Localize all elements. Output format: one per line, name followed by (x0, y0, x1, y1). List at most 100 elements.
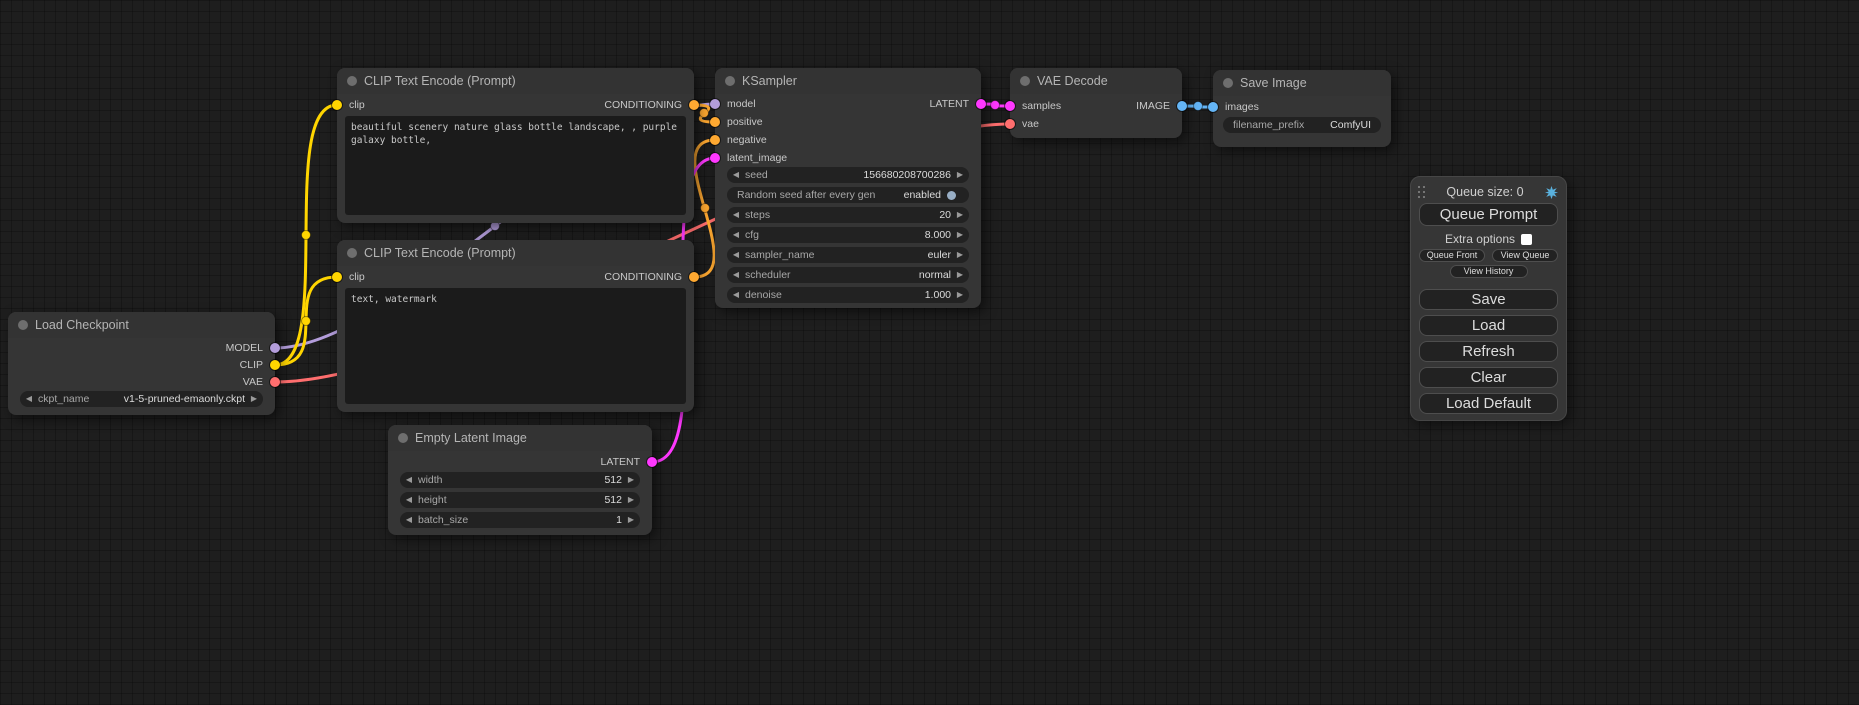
decrement-arrow-icon[interactable]: ◀ (727, 247, 745, 263)
increment-arrow-icon[interactable]: ▶ (951, 247, 969, 263)
clip-input-port[interactable] (332, 272, 342, 282)
widget-name: steps (745, 209, 770, 221)
denoise-widget[interactable]: ◀ denoise 1.000 ▶ (727, 287, 969, 303)
node-load-checkpoint[interactable]: Load Checkpoint MODEL CLIP VAE ◀ ckpt_na… (8, 312, 275, 415)
decrement-arrow-icon[interactable]: ◀ (20, 391, 38, 407)
decrement-arrow-icon[interactable]: ◀ (400, 512, 418, 528)
extra-options-checkbox[interactable] (1521, 234, 1532, 245)
output-label: MODEL (226, 341, 263, 355)
widget-name: cfg (745, 229, 759, 241)
node-title-bar[interactable]: KSampler (715, 68, 981, 94)
batch-size-widget[interactable]: ◀ batch_size 1 ▶ (400, 512, 640, 528)
widget-name: sampler_name (745, 249, 814, 261)
increment-arrow-icon[interactable]: ▶ (622, 492, 640, 508)
vae-input-port[interactable] (1005, 119, 1015, 129)
load-button[interactable]: Load (1419, 315, 1558, 336)
node-clip-text-encode-positive[interactable]: CLIP Text Encode (Prompt) clip CONDITION… (337, 68, 694, 223)
node-title-bar[interactable]: Save Image (1213, 70, 1391, 96)
cfg-widget[interactable]: ◀ cfg 8.000 ▶ (727, 227, 969, 243)
save-button[interactable]: Save (1419, 289, 1558, 310)
latent-output-port[interactable] (976, 99, 986, 109)
output-label: VAE (243, 375, 263, 389)
widget-value: enabled (904, 189, 941, 201)
increment-arrow-icon[interactable]: ▶ (245, 391, 263, 407)
queue-size-label: Queue size: 0 (1426, 185, 1544, 199)
sampler-name-widget[interactable]: ◀ sampler_name euler ▶ (727, 247, 969, 263)
model-input-port[interactable] (710, 99, 720, 109)
node-graph-canvas[interactable]: Load Checkpoint MODEL CLIP VAE ◀ ckpt_na… (0, 0, 1859, 705)
clip-output-port[interactable] (270, 360, 280, 370)
comfy-menu-panel[interactable]: Queue size: 0 Queue Prompt Extra options… (1410, 176, 1567, 421)
node-title-bar[interactable]: Load Checkpoint (8, 312, 275, 338)
clip-input-port[interactable] (332, 100, 342, 110)
decrement-arrow-icon[interactable]: ◀ (400, 492, 418, 508)
toggle-indicator-icon[interactable] (947, 191, 956, 200)
image-output-port[interactable] (1177, 101, 1187, 111)
load-default-button[interactable]: Load Default (1419, 393, 1558, 414)
scheduler-widget[interactable]: ◀ scheduler normal ▶ (727, 267, 969, 283)
node-clip-text-encode-negative[interactable]: CLIP Text Encode (Prompt) clip CONDITION… (337, 240, 694, 412)
positive-input-port[interactable] (710, 117, 720, 127)
seed-widget[interactable]: ◀ seed 156680208700286 ▶ (727, 167, 969, 183)
input-label: clip (349, 98, 365, 112)
view-history-button[interactable]: View History (1450, 265, 1528, 278)
widget-name: width (418, 474, 443, 486)
refresh-button[interactable]: Refresh (1419, 341, 1558, 362)
negative-prompt-textarea[interactable]: text, watermark (345, 288, 686, 404)
decrement-arrow-icon[interactable]: ◀ (727, 227, 745, 243)
samples-input-port[interactable] (1005, 101, 1015, 111)
link-midpoint-dot (991, 101, 1000, 110)
node-vae-decode[interactable]: VAE Decode samples IMAGE vae (1010, 68, 1182, 138)
increment-arrow-icon[interactable]: ▶ (951, 287, 969, 303)
latent-image-input-port[interactable] (710, 153, 720, 163)
decrement-arrow-icon[interactable]: ◀ (400, 472, 418, 488)
node-title-bar[interactable]: VAE Decode (1010, 68, 1182, 94)
node-title-bar[interactable]: Empty Latent Image (388, 425, 652, 451)
negative-input-port[interactable] (710, 135, 720, 145)
decrement-arrow-icon[interactable]: ◀ (727, 287, 745, 303)
settings-gear-icon[interactable] (1544, 185, 1559, 200)
increment-arrow-icon[interactable]: ▶ (951, 207, 969, 223)
decrement-arrow-icon[interactable]: ◀ (727, 167, 745, 183)
link-midpoint-dot (302, 231, 311, 240)
node-save-image[interactable]: Save Image images filename_prefix ComfyU… (1213, 70, 1391, 147)
increment-arrow-icon[interactable]: ▶ (951, 227, 969, 243)
increment-arrow-icon[interactable]: ▶ (622, 512, 640, 528)
clear-button[interactable]: Clear (1419, 367, 1558, 388)
widget-name: scheduler (745, 269, 791, 281)
conditioning-output-port[interactable] (689, 100, 699, 110)
node-empty-latent-image[interactable]: Empty Latent Image LATENT ◀ width 512 ▶ … (388, 425, 652, 535)
increment-arrow-icon[interactable]: ▶ (951, 267, 969, 283)
node-ksampler[interactable]: KSampler model LATENT positive negative … (715, 68, 981, 308)
widget-name: filename_prefix (1233, 119, 1304, 131)
queue-prompt-button[interactable]: Queue Prompt (1419, 203, 1558, 226)
input-label: latent_image (727, 151, 787, 165)
node-title-bar[interactable]: CLIP Text Encode (Prompt) (337, 240, 694, 266)
increment-arrow-icon[interactable]: ▶ (622, 472, 640, 488)
height-widget[interactable]: ◀ height 512 ▶ (400, 492, 640, 508)
conditioning-output-port[interactable] (689, 272, 699, 282)
output-label: LATENT (930, 97, 969, 111)
width-widget[interactable]: ◀ width 512 ▶ (400, 472, 640, 488)
node-title: Save Image (1240, 76, 1307, 90)
increment-arrow-icon[interactable]: ▶ (951, 167, 969, 183)
widget-value: 512 (604, 474, 622, 486)
latent-output-port[interactable] (647, 457, 657, 467)
positive-prompt-textarea[interactable]: beautiful scenery nature glass bottle la… (345, 116, 686, 215)
slot-row: negative (715, 133, 981, 147)
queue-front-button[interactable]: Queue Front (1419, 249, 1485, 262)
view-queue-button[interactable]: View Queue (1492, 249, 1558, 262)
random-seed-toggle-widget[interactable]: Random seed after every gen enabled (727, 187, 969, 203)
filename-prefix-widget[interactable]: filename_prefix ComfyUI (1223, 117, 1381, 133)
images-input-port[interactable] (1208, 102, 1218, 112)
model-output-port[interactable] (270, 343, 280, 353)
drag-handle-icon[interactable] (1418, 186, 1426, 199)
decrement-arrow-icon[interactable]: ◀ (727, 267, 745, 283)
ckpt-name-widget[interactable]: ◀ ckpt_name v1-5-pruned-emaonly.ckpt ▶ (20, 391, 263, 407)
vae-output-port[interactable] (270, 377, 280, 387)
decrement-arrow-icon[interactable]: ◀ (727, 207, 745, 223)
widget-name: denoise (745, 289, 782, 301)
link-midpoint-dot (701, 204, 710, 213)
node-title-bar[interactable]: CLIP Text Encode (Prompt) (337, 68, 694, 94)
steps-widget[interactable]: ◀ steps 20 ▶ (727, 207, 969, 223)
